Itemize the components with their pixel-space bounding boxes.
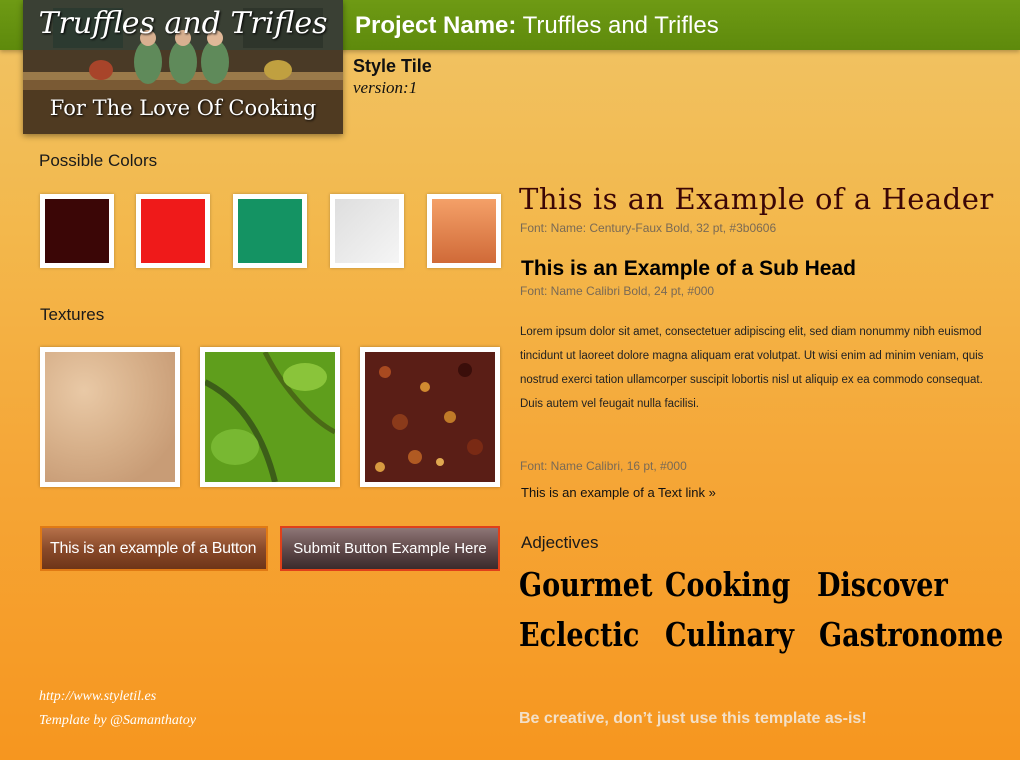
- project-name-value: Truffles and Trifles: [522, 12, 719, 39]
- example-button-label: This is an example of a Button: [50, 540, 257, 557]
- footer-note: Be creative, don’t just use this templat…: [519, 710, 867, 727]
- logo-image: Truffles and Trifles For The Love Of Coo…: [23, 0, 343, 134]
- color-swatch-orange: [427, 194, 501, 268]
- colors-section-title: Possible Colors: [39, 151, 158, 170]
- leaf-texture-icon: [203, 350, 337, 483]
- footer-url[interactable]: http://www.styletil.es: [39, 689, 156, 705]
- adjective-word: Discover: [817, 565, 948, 604]
- style-tile-label: Style Tile: [353, 56, 432, 76]
- spice-texture-icon: [365, 352, 495, 482]
- adjective-word: Culinary: [665, 615, 794, 654]
- color-swatch-green: [233, 194, 307, 268]
- logo-title: Truffles and Trifles: [38, 6, 328, 41]
- adjective-word: Eclectic: [519, 615, 640, 654]
- example-button[interactable]: This is an example of a Button: [40, 526, 268, 571]
- header-example: This is an Example of a Header: [519, 182, 994, 216]
- project-name-heading: Project Name: Truffles and Trifles: [355, 12, 719, 40]
- subhead-font-caption: Font: Name Calibri Bold, 24 pt, #000: [520, 284, 715, 298]
- texture-leaf: [200, 347, 340, 487]
- body-text-example: Lorem ipsum dolor sit amet, consectetuer…: [520, 326, 984, 410]
- texture-sand: [40, 347, 180, 487]
- header-font-caption: Font: Name: Century-Faux Bold, 32 pt, #3…: [520, 221, 777, 235]
- adjectives-title: Adjectives: [521, 533, 599, 552]
- texture-spice: [360, 347, 500, 487]
- version-label: version:1: [353, 78, 418, 97]
- adjective-word: Gastronome: [819, 615, 1004, 654]
- color-swatch-light-gray: [330, 194, 404, 268]
- project-name-label: Project Name:: [355, 12, 517, 39]
- color-swatch-dark-maroon: [40, 194, 114, 268]
- footer-credit: Template by @Samanthatoy: [39, 713, 197, 728]
- submit-button[interactable]: Submit Button Example Here: [280, 526, 500, 571]
- subhead-example: This is an Example of a Sub Head: [521, 257, 856, 280]
- color-swatch-red: [136, 194, 210, 268]
- logo-tagline: For The Love Of Cooking: [49, 96, 317, 120]
- adjective-word: Cooking: [665, 565, 791, 604]
- text-link-example[interactable]: This is an example of a Text link »: [521, 485, 716, 500]
- adjective-word: Gourmet: [519, 565, 653, 604]
- textures-section-title: Textures: [40, 305, 105, 324]
- body-font-caption: Font: Name Calibri, 16 pt, #000: [520, 459, 687, 473]
